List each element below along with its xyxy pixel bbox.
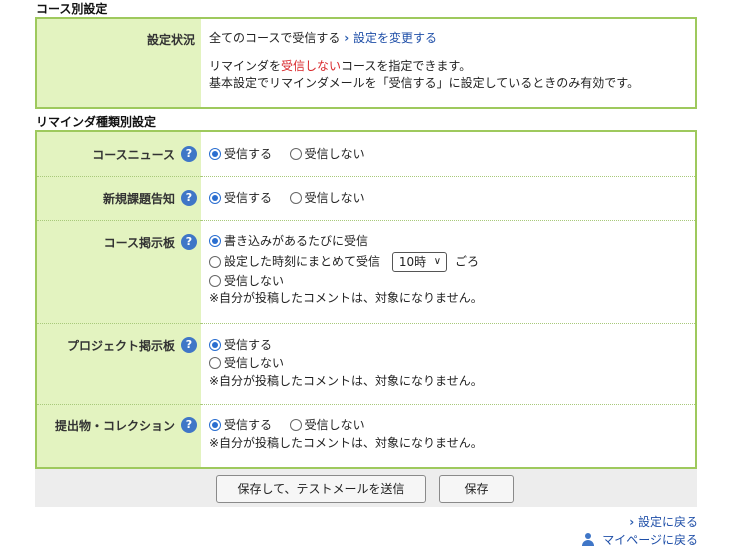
chevron-right-icon: › [629,515,635,529]
save-and-test-button[interactable]: 保存して、テストメールを送信 [216,475,426,503]
button-bar: 保存して、テストメールを送信 保存 [35,469,697,507]
status-value: 全てのコースで受信する [209,31,341,45]
row-label-new-assignment: 新規課題告知 ? [37,177,201,221]
radio-submission-receive[interactable] [209,419,221,431]
status-value-cell: 全てのコースで受信する › 設定を変更する リマインダを受信しないコースを指定で… [201,19,695,107]
radio-course-news-no-receive[interactable] [289,148,302,160]
row-value-submission: 受信する 受信しない ※自分が投稿したコメントは、対象になりません。 [201,405,695,467]
course-settings-title: コース別設定 [36,2,108,16]
row-label-submission: 提出物・コレクション ? [37,405,201,467]
help-icon[interactable]: ? [181,417,197,433]
option-label: 受信しない [304,147,365,161]
radio-course-board-scheduled[interactable] [209,255,221,268]
mypage-link[interactable]: マイページに戻る [602,533,698,547]
back-to-settings-link-wrap[interactable]: › 設定に戻る [629,513,698,530]
reminder-type-box: コースニュース ? 受信する 受信しない 新規課題告知 ? 受信する 受信しない… [35,130,697,469]
option-label: 受信する [224,418,273,432]
save-button[interactable]: 保存 [439,475,514,503]
chevron-right-icon: › [344,31,350,45]
radio-project-board-no-receive[interactable] [209,357,221,369]
project-board-note: ※自分が投稿したコメントは、対象になりません。 [209,374,483,388]
reminder-type-title: リマインダ種類別設定 [36,115,157,129]
course-settings-box: 設定状況 全てのコースで受信する › 設定を変更する リマインダを受信しないコー… [35,17,697,109]
option-label: 受信する [224,338,273,352]
note1-pre: リマインダを [209,59,282,73]
help-icon[interactable]: ? [181,337,197,353]
row-value-course-board: 書き込みがあるたびに受信 設定した時刻にまとめて受信 10時 ∨ ごろ 受信しない… [201,221,695,324]
status-label-cell: 設定状況 [37,19,201,107]
status-label: 設定状況 [146,33,195,47]
option-label: 設定した時刻にまとめて受信 [224,254,381,269]
label-project-board: プロジェクト掲示板 [66,339,175,353]
course-board-note: ※自分が投稿したコメントは、対象になりません。 [209,291,483,305]
time-select[interactable]: 10時 ∨ [391,252,448,272]
radio-new-assignment-no-receive[interactable] [289,192,302,204]
radio-new-assignment-receive[interactable] [209,192,221,204]
note1-red: 受信しない [281,59,342,73]
option-label: 受信しない [224,274,285,288]
row-value-course-news: 受信する 受信しない [201,132,695,177]
time-suffix: ごろ [454,254,479,269]
row-value-new-assignment: 受信する 受信しない [201,177,695,221]
person-icon [582,533,595,546]
radio-course-board-each[interactable] [209,235,221,247]
mypage-link-wrap[interactable]: マイページに戻る [582,531,698,548]
help-icon[interactable]: ? [181,190,197,206]
option-label: 書き込みがあるたびに受信 [224,234,369,248]
time-select-value: 10時 [398,255,427,269]
label-course-board: コース掲示板 [103,236,175,250]
option-label: 受信しない [304,418,365,432]
row-label-project-board: プロジェクト掲示板 ? [37,324,201,405]
row-value-project-board: 受信する 受信しない ※自分が投稿したコメントは、対象になりません。 [201,324,695,405]
chevron-down-icon: ∨ [433,256,442,267]
help-icon[interactable]: ? [181,146,197,162]
option-label: 受信する [224,191,273,205]
change-settings-link[interactable]: 設定を変更する [353,31,437,45]
label-new-assignment: 新規課題告知 [102,192,175,206]
option-label: 受信しない [304,191,365,205]
row-label-course-news: コースニュース ? [37,132,201,177]
radio-course-board-no-receive[interactable] [209,275,221,287]
radio-submission-no-receive[interactable] [289,419,302,431]
radio-course-news-receive[interactable] [209,148,221,160]
course-note-2: 基本設定でリマインダメールを「受信する」に設定しているときのみ有効です。 [209,76,640,90]
radio-project-board-receive[interactable] [209,339,221,351]
option-label: 受信する [224,147,273,161]
label-course-news: コースニュース [92,148,175,162]
note1-post: コースを指定できます。 [341,59,472,73]
label-submission: 提出物・コレクション [54,419,175,433]
back-to-settings-link[interactable]: 設定に戻る [638,515,698,529]
course-note-1: リマインダを受信しないコースを指定できます。 [209,57,471,75]
submission-note: ※自分が投稿したコメントは、対象になりません。 [209,436,483,450]
option-label: 受信しない [224,356,285,370]
row-label-course-board: コース掲示板 ? [37,221,201,324]
help-icon[interactable]: ? [181,234,197,250]
